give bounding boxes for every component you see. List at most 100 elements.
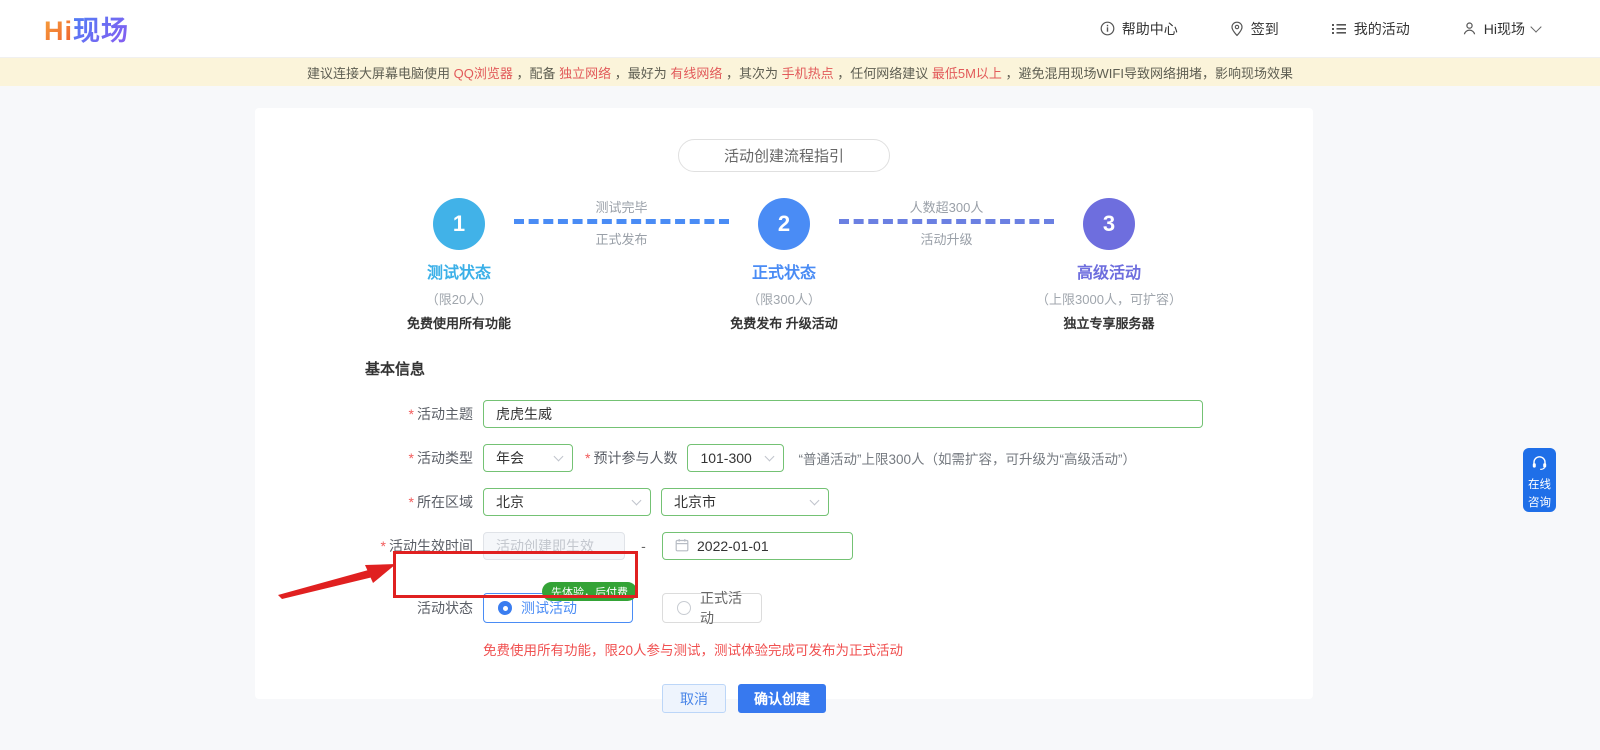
notice-highlight: 手机热点: [782, 63, 834, 82]
form-actions: 取消 确认创建: [255, 684, 1313, 713]
input-placeholder: 活动创建即生效: [496, 536, 594, 556]
status-badge: 先体验，后付费: [542, 582, 637, 601]
step-desc: 免费使用所有功能: [407, 313, 511, 332]
section-title-basic-info: 基本信息: [365, 358, 1313, 379]
notice-text: 建议连接大屏幕电脑使用: [307, 63, 454, 82]
nav-label: 帮助中心: [1122, 19, 1178, 39]
option-label: 正式活动: [700, 588, 747, 628]
status-option-formal[interactable]: 正式活动: [662, 593, 762, 623]
step-circle-1: 1: [433, 198, 485, 250]
cancel-button[interactable]: 取消: [662, 684, 726, 713]
connector-bottom-label: 活动升级: [920, 230, 972, 249]
step-name: 测试状态: [427, 259, 491, 283]
step-test-status: 1 测试状态 （限20人） 免费使用所有功能: [389, 198, 529, 332]
field-label: *活动类型: [255, 448, 473, 468]
dashed-line: [514, 219, 729, 224]
field-label: 活动状态: [255, 598, 473, 618]
logo[interactable]: Hi现场: [44, 9, 129, 48]
connector-top-label: 测试完毕: [595, 198, 647, 217]
network-notice-bar: 建议连接大屏幕电脑使用 QQ浏览器 ，配备 独立网络 ，最好为 有线网络 ，其次…: [0, 58, 1600, 86]
step-limit: （限300人）: [747, 289, 821, 308]
notice-text: ，最好为: [611, 63, 670, 82]
form-row-effective-time: *活动生效时间 活动创建即生效 - 2022-01-01: [255, 532, 1313, 560]
wizard-title: 活动创建流程指引: [678, 139, 890, 172]
required-mark: *: [585, 450, 590, 466]
nav-label: 我的活动: [1354, 19, 1410, 39]
start-time-input-disabled: 活动创建即生效: [483, 532, 625, 560]
people-limit-hint: “普通活动”上限300人（如需扩容，可升级为“高级活动”）: [798, 448, 1136, 468]
label-text: 活动类型: [417, 450, 473, 466]
consult-label-line1: 在线: [1528, 478, 1551, 493]
pin-icon: [1230, 21, 1244, 37]
nav-label: Hi现场: [1484, 19, 1525, 39]
field-label: *所在区域: [255, 492, 473, 512]
status-helper-text: 免费使用所有功能，限20人参与测试，测试体验完成可发布为正式活动: [483, 639, 1313, 659]
nav-help-center[interactable]: 帮助中心: [1100, 19, 1178, 39]
field-label: *活动主题: [255, 404, 473, 424]
chevron-down-icon: [554, 452, 564, 462]
select-value: 北京: [496, 492, 524, 512]
notice-highlight: 独立网络: [559, 63, 611, 82]
chevron-down-icon: [632, 496, 642, 506]
info-icon: [1100, 21, 1115, 36]
select-value: 北京市: [674, 492, 716, 512]
notice-highlight: 最低5M以上: [932, 63, 1002, 82]
radio-selected-icon: [498, 601, 512, 615]
required-mark: *: [409, 450, 414, 466]
input-value: 2022-01-01: [697, 538, 769, 554]
step-name: 正式状态: [752, 259, 816, 283]
consult-label-line2: 咨询: [1528, 496, 1551, 511]
connector-top-label: 人数超300人: [910, 198, 984, 217]
option-label: 测试活动: [521, 598, 577, 618]
step-limit: （限20人）: [426, 289, 492, 308]
notice-text: ，任何网络建议: [834, 63, 932, 82]
nav-account[interactable]: Hi现场: [1462, 19, 1540, 39]
notice-text: ，配备: [513, 63, 559, 82]
step-connector-1: 测试完毕 正式发布: [514, 198, 729, 249]
step-desc: 独立专享服务器: [1063, 313, 1154, 332]
online-consult-widget[interactable]: 在线 咨询: [1523, 448, 1556, 512]
form-row-region: *所在区域 北京 北京市: [255, 488, 1313, 516]
city-select[interactable]: 北京市: [661, 488, 829, 516]
field-label: *活动生效时间: [255, 536, 473, 556]
status-option-test[interactable]: 测试活动 先体验，后付费: [483, 593, 633, 623]
confirm-create-button[interactable]: 确认创建: [738, 684, 826, 713]
calendar-icon: [675, 538, 689, 555]
chevron-down-icon: [1530, 21, 1541, 32]
label-text: 所在区域: [417, 494, 473, 510]
chevron-down-icon: [810, 496, 820, 506]
header-nav: 帮助中心 签到 我的活动 Hi现场: [1100, 19, 1540, 39]
step-limit: （上限3000人，可扩容）: [1036, 289, 1182, 308]
input-value: 虎虎生威: [496, 404, 552, 424]
logo-rest: 现场: [73, 16, 129, 46]
required-mark: *: [409, 406, 414, 422]
nav-label: 签到: [1251, 19, 1279, 39]
event-form: *活动主题 虎虎生威 *活动类型 年会 *预计参与人数 101-300 “普通活…: [255, 400, 1313, 713]
step-advanced-event: 3 高级活动 （上限3000人，可扩容） 独立专享服务器: [1039, 198, 1179, 332]
expected-people-select[interactable]: 101-300: [687, 444, 784, 472]
user-icon: [1462, 21, 1477, 36]
step-name: 高级活动: [1077, 259, 1141, 283]
time-range-separator: -: [625, 538, 662, 554]
logo-hi: Hi: [44, 16, 73, 46]
label-text: 活动状态: [417, 600, 473, 616]
form-row-theme: *活动主题 虎虎生威: [255, 400, 1313, 428]
page: Hi现场 帮助中心 签到 我的活动: [0, 0, 1600, 750]
radio-unselected-icon: [677, 601, 691, 615]
nav-my-events[interactable]: 我的活动: [1331, 19, 1410, 39]
dashed-line: [839, 219, 1054, 224]
end-date-input[interactable]: 2022-01-01: [662, 532, 853, 560]
label-text: 预计参与人数: [593, 448, 677, 468]
headset-icon: [1531, 454, 1548, 475]
create-event-card: 活动创建流程指引 1 测试状态 （限20人） 免费使用所有功能 测试完毕 正式发…: [255, 108, 1313, 699]
event-theme-input[interactable]: 虎虎生威: [483, 400, 1203, 428]
list-icon: [1331, 22, 1347, 36]
label-text: 活动主题: [417, 406, 473, 422]
nav-checkin[interactable]: 签到: [1230, 19, 1279, 39]
event-type-select[interactable]: 年会: [483, 444, 573, 472]
wizard-stepper: 1 测试状态 （限20人） 免费使用所有功能 测试完毕 正式发布 2 正式状态 …: [255, 198, 1313, 332]
notice-highlight: 有线网络: [670, 63, 722, 82]
province-select[interactable]: 北京: [483, 488, 651, 516]
step-formal-status: 2 正式状态 （限300人） 免费发布 升级活动: [714, 198, 854, 332]
form-row-status: 活动状态 测试活动 先体验，后付费 正式活动: [255, 593, 1313, 623]
